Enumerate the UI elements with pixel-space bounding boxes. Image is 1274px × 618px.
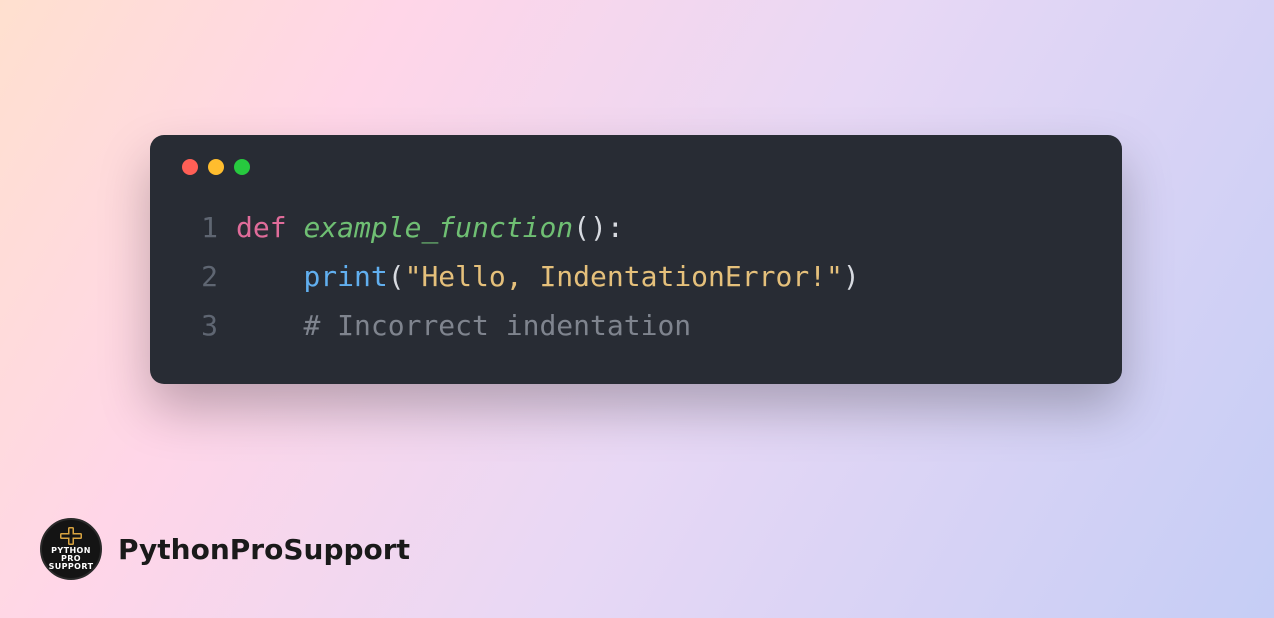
code-token: def xyxy=(236,203,303,252)
code-line: 1 def example_function(): xyxy=(180,203,1092,252)
plus-icon xyxy=(60,527,82,545)
line-number: 3 xyxy=(180,301,218,350)
code-token: print xyxy=(303,252,387,301)
code-token xyxy=(236,301,303,350)
line-number: 2 xyxy=(180,252,218,301)
code-token: # Incorrect indentation xyxy=(303,301,691,350)
line-number: 1 xyxy=(180,203,218,252)
code-line: 2 print("Hello, IndentationError!") xyxy=(180,252,1092,301)
logo-line2: SUPPORT xyxy=(42,563,100,571)
minimize-icon xyxy=(208,159,224,175)
brand-logo: PYTHON PRO SUPPORT xyxy=(40,518,102,580)
code-token: "Hello, IndentationError!" xyxy=(405,252,843,301)
code-token xyxy=(236,252,303,301)
logo-line1: PYTHON PRO xyxy=(42,547,100,563)
footer: PYTHON PRO SUPPORT PythonProSupport xyxy=(40,518,410,580)
code-card: 1def example_function():2 print("Hello, … xyxy=(150,135,1122,384)
code-token: ( xyxy=(388,252,405,301)
code-block: 1def example_function():2 print("Hello, … xyxy=(180,203,1092,350)
code-token: ) xyxy=(843,252,860,301)
window-controls xyxy=(180,159,1092,175)
close-icon xyxy=(182,159,198,175)
brand-name: PythonProSupport xyxy=(118,533,410,566)
maximize-icon xyxy=(234,159,250,175)
code-token: example_function xyxy=(303,203,573,252)
code-line: 3 # Incorrect indentation xyxy=(180,301,1092,350)
code-token: (): xyxy=(573,203,624,252)
